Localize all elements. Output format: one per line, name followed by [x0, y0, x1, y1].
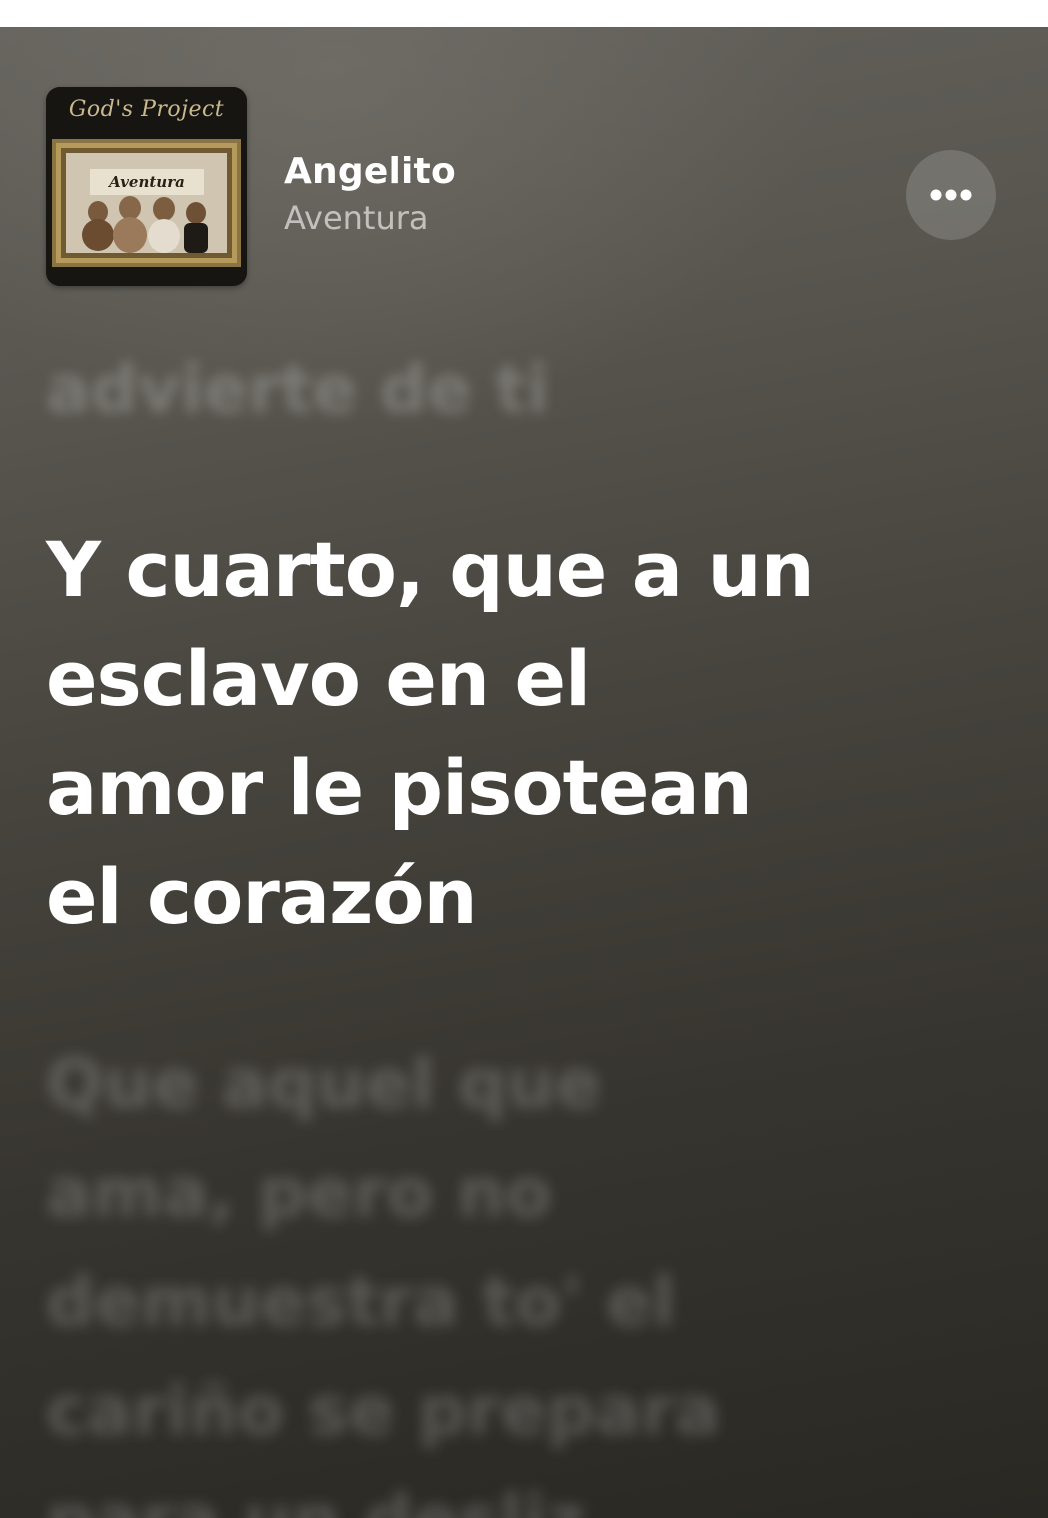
track-title[interactable]: Angelito — [284, 151, 456, 192]
lyric-current-line: Y cuarto, que a un — [46, 525, 815, 614]
album-artwork[interactable]: God's Project Aventura — [46, 87, 247, 286]
lyric-next-line: Que aquel que — [46, 1045, 602, 1124]
lyric-line-current[interactable]: Y cuarto, que a un esclavo en el amor le… — [46, 515, 946, 951]
lyric-next-line: para un desliz — [46, 1466, 946, 1518]
lyric-line-previous[interactable]: advierte de ti — [46, 345, 946, 435]
lyric-current-line: amor le pisotean — [46, 743, 753, 832]
album-art-brand-text: God's Project — [68, 97, 225, 122]
lyric-next-line: demuestra to' el — [46, 1263, 676, 1342]
ellipsis-icon — [930, 189, 972, 201]
more-options-button[interactable] — [906, 150, 996, 240]
lyric-current-line: esclavo en el — [46, 634, 591, 723]
lyric-next-line: ama, pero no — [46, 1154, 552, 1233]
lyric-line-next[interactable]: Que aquel que ama, pero no demuestra to'… — [46, 1030, 946, 1518]
track-artist[interactable]: Aventura — [284, 199, 429, 237]
lyric-current-line: el corazón — [46, 852, 478, 941]
album-art-band-text: Aventura — [109, 173, 185, 191]
lyrics-screen: God's Project Aventura Angelito Aventura… — [0, 27, 1048, 1518]
lyric-next-line: cariño se prepara — [46, 1372, 721, 1451]
